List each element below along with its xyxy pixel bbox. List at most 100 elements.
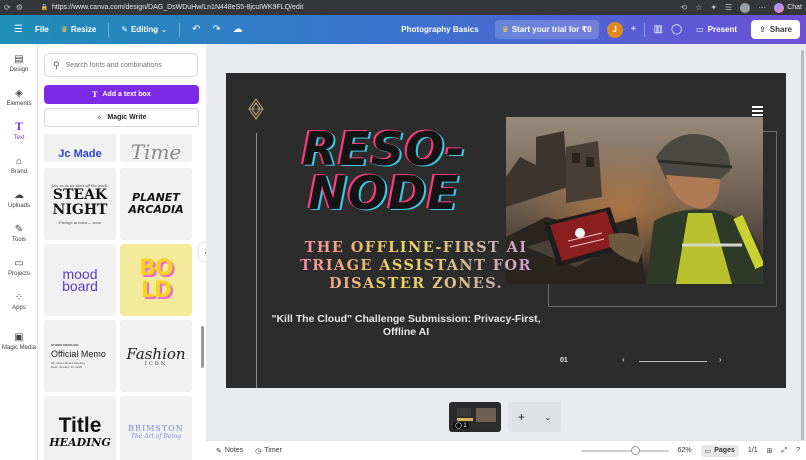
font-tile[interactable]: mood board (44, 244, 116, 316)
divider (644, 22, 646, 37)
panel-scrollbar[interactable] (201, 326, 204, 368)
start-trial-button[interactable]: ♛ Start your trial for ₹0 (494, 20, 599, 39)
tile-sub: Re: Notes Board Meeting Date: January 30… (51, 361, 85, 369)
lock-icon: 🔒 (40, 5, 48, 11)
rail-item-projects[interactable]: ▭ Projects (0, 258, 38, 277)
comment-icon[interactable]: ◯ (671, 24, 682, 35)
magic-write-button[interactable]: ✧ Magic Write (44, 108, 199, 127)
slide-subtitle[interactable]: THE OFFLINE-FIRST AI TRIAGE ASSISTANT FO… (266, 239, 566, 293)
share-button[interactable]: ⇪ Share (751, 20, 800, 39)
page-count: 1/1 (747, 447, 758, 454)
rail-item-tools[interactable]: ✎ Tools (0, 224, 38, 243)
scroll-thumb[interactable] (801, 50, 804, 448)
pages-button[interactable]: ▭ Pages (700, 444, 739, 457)
grid-view-icon[interactable]: ⊞ (767, 447, 773, 455)
more-icon[interactable]: ⋯ (758, 3, 766, 12)
editing-label: Editing (130, 25, 159, 34)
slide-progress-line (639, 361, 707, 362)
rail-item-elements[interactable]: ◈ Elements (0, 88, 38, 107)
rail-item-brand[interactable]: ⌂ Brand (0, 156, 38, 175)
user-avatar[interactable]: J (606, 21, 623, 38)
notes-label: Notes (224, 447, 244, 454)
hamburger-menu-icon[interactable]: ☰ (14, 24, 23, 35)
rail-label: Magic Media (1, 345, 36, 351)
rail-item-apps[interactable]: ⁘ Apps (0, 292, 38, 311)
editor-topbar: ☰ File ♛ Resize ✎ Editing ⌄ ↶ ↷ ☁ Photog… (0, 15, 806, 44)
resize-label: Resize (70, 25, 97, 34)
url-text[interactable]: https://www.canva.com/design/DAG_DsWDuHw… (52, 4, 303, 11)
chevron-right-icon: › (719, 355, 722, 364)
font-tile[interactable]: Time (120, 134, 192, 162)
font-search-box[interactable]: ⚲ (44, 53, 198, 77)
zoom-slider-thumb[interactable] (631, 445, 641, 455)
extensions-icon[interactable]: ✦ (710, 3, 717, 12)
gemini-icon (774, 2, 785, 13)
pages-icon: ▭ (704, 447, 712, 455)
tile-text: Title (58, 414, 102, 437)
add-collaborator-icon[interactable]: + (631, 24, 637, 35)
chevron-down-icon[interactable]: ⌄ (544, 413, 551, 422)
resize-button[interactable]: ♛ Resize (61, 25, 97, 34)
zoom-slider[interactable] (580, 445, 669, 455)
document-title[interactable]: Photography Basics (401, 25, 478, 34)
add-text-label: Add a text box (102, 91, 151, 98)
font-tile[interactable]: Title HEADING (44, 396, 116, 460)
side-rail: ▤ Design ◈ Elements T Text ⌂ Brand ☁ Upl… (0, 44, 38, 460)
search-icon: ⚲ (53, 59, 60, 70)
timer-button[interactable]: ◷ Timer (255, 447, 282, 455)
add-page-button[interactable]: + ⌄ (508, 402, 561, 432)
text-t-icon: T (15, 122, 23, 133)
comment-count-badge: ◯ 1 (453, 422, 469, 429)
tile-text: Jc Made (58, 148, 102, 160)
slide-page[interactable]: RESO- NODE THE OFFLINE-FIRST AI TRIAGE A… (226, 73, 786, 388)
tile-text: Official Memo (51, 349, 106, 359)
magic-wand-icon: ✧ (96, 114, 103, 122)
site-info-icon[interactable]: ⚙ (16, 3, 23, 12)
add-text-box-button[interactable]: T Add a text box (44, 85, 199, 104)
search-input[interactable] (65, 61, 186, 69)
cloud-saved-icon[interactable]: ☁ (233, 24, 243, 35)
menu-list-icon[interactable]: ☰ (725, 3, 732, 12)
crown-icon: ♛ (501, 25, 509, 34)
redo-icon[interactable]: ↷ (212, 24, 220, 35)
rail-label: Brand (10, 169, 27, 175)
slide-title[interactable]: RESO- NODE (294, 126, 474, 216)
fullscreen-icon[interactable]: ⤢ (781, 447, 787, 455)
translate-icon[interactable]: ⟲ (680, 3, 687, 12)
font-tile[interactable]: STUDIO MEDIA INC Official Memo Re: Notes… (44, 320, 116, 392)
slide-challenge-text[interactable]: "Kill The Cloud" Challenge Submission: P… (266, 313, 546, 339)
tile-footer: Fridays in town — soon (59, 220, 101, 225)
editing-mode-button[interactable]: ✎ Editing ⌄ (121, 25, 167, 34)
reload-icon[interactable]: ⟳ (4, 3, 11, 12)
star-icon[interactable]: ☆ (695, 3, 702, 12)
apps-grid-icon: ⁘ (14, 292, 24, 303)
zoom-level[interactable]: 62% (678, 447, 692, 454)
undo-icon[interactable]: ↶ (192, 24, 200, 35)
font-tile[interactable]: Jc Made (44, 134, 116, 162)
help-icon[interactable]: ? (796, 447, 800, 454)
layout-icon: ▤ (14, 54, 24, 65)
font-tile[interactable]: BRIMSTON The Art of Being (120, 396, 192, 460)
file-menu[interactable]: File (35, 25, 49, 34)
chevron-left-icon: ‹ (622, 355, 625, 364)
font-tile[interactable]: Fashion ICON (120, 320, 192, 392)
font-tile[interactable]: BOLD (120, 244, 192, 316)
present-label: Present (707, 25, 738, 34)
font-tile[interactable]: PLANET ARCADIA (120, 168, 192, 240)
crown-icon: ♛ (60, 25, 68, 34)
rail-item-uploads[interactable]: ☁ Uploads (0, 190, 38, 209)
timer-label: Timer (264, 447, 282, 454)
present-button[interactable]: ▭ Present (690, 25, 743, 34)
profile-avatar[interactable] (740, 2, 751, 13)
browser-nav: ⟳ ⚙ (0, 3, 40, 12)
address-bar[interactable]: 🔒 https://www.canva.com/design/DAG_DsWDu… (40, 2, 680, 13)
rail-item-text[interactable]: T Text (0, 122, 38, 141)
chat-button[interactable]: Chat (774, 2, 802, 13)
notes-button[interactable]: ✎ Notes (216, 447, 243, 455)
rail-item-design[interactable]: ▤ Design (0, 54, 38, 73)
tile-sub: ICON (144, 361, 168, 367)
editor-scrollbar[interactable] (800, 44, 806, 460)
analytics-icon[interactable]: ▥ (653, 24, 662, 35)
rail-item-magic-media[interactable]: ▣ Magic Media (0, 332, 38, 351)
font-tile[interactable]: Join us as we start off the week! STEAK … (44, 168, 116, 240)
